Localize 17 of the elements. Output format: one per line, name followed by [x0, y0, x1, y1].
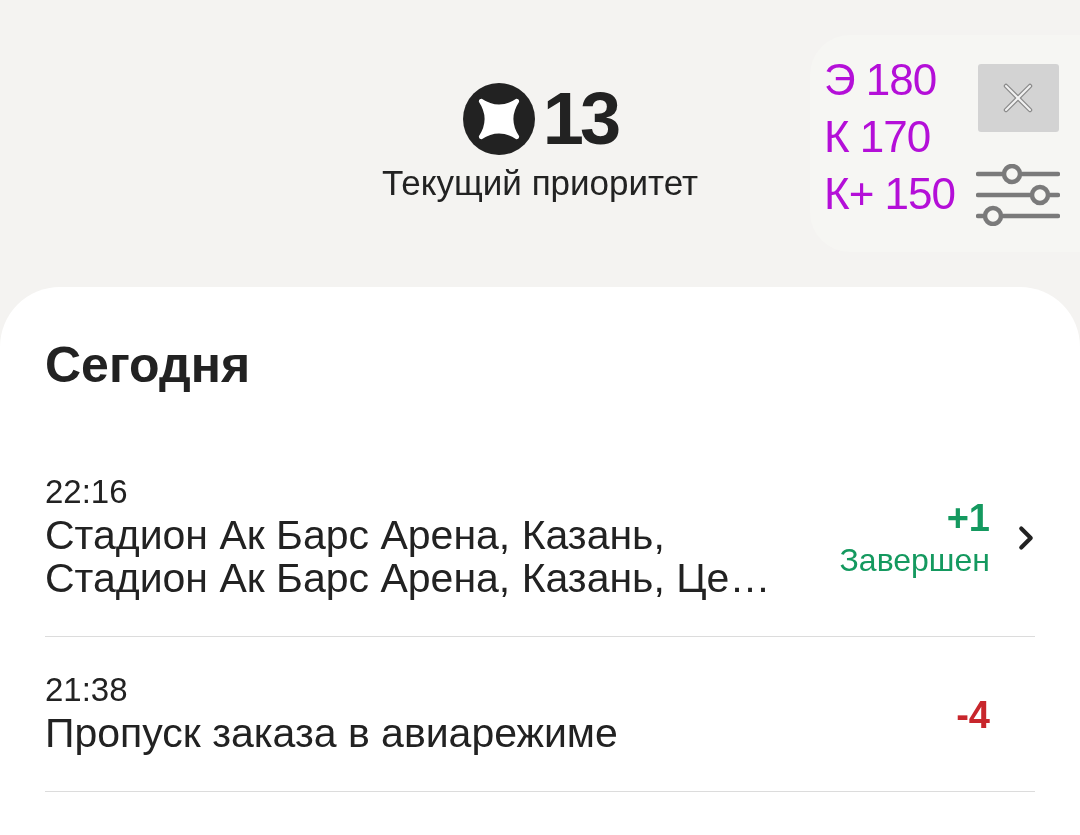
event-time: 22:16 [45, 476, 129, 508]
close-button[interactable] [977, 64, 1059, 132]
priority-value: 13 [542, 82, 618, 156]
close-icon [1003, 83, 1033, 113]
section-title: Сегодня [45, 337, 252, 393]
overlay-label: К+ 150 [824, 168, 955, 220]
event-title: Стадион Ак Барс Арена, Казань, Стадион Ак Барс Арена, Казань, Це… [45, 514, 772, 600]
priority-label: Текущий приоритет [381, 164, 699, 202]
points-value: +1 [946, 498, 990, 538]
event-title: Пропуск заказа в авиарежиме [45, 712, 619, 755]
priority-badge-icon [462, 83, 535, 155]
sliders-icon[interactable] [976, 164, 1060, 226]
status-label: Завершен [839, 542, 990, 578]
points-value: -4 [956, 694, 990, 735]
overlay-label: К 170 [824, 111, 932, 163]
overlay-label: Э 180 [824, 54, 938, 106]
event-time: 21:38 [45, 674, 129, 706]
